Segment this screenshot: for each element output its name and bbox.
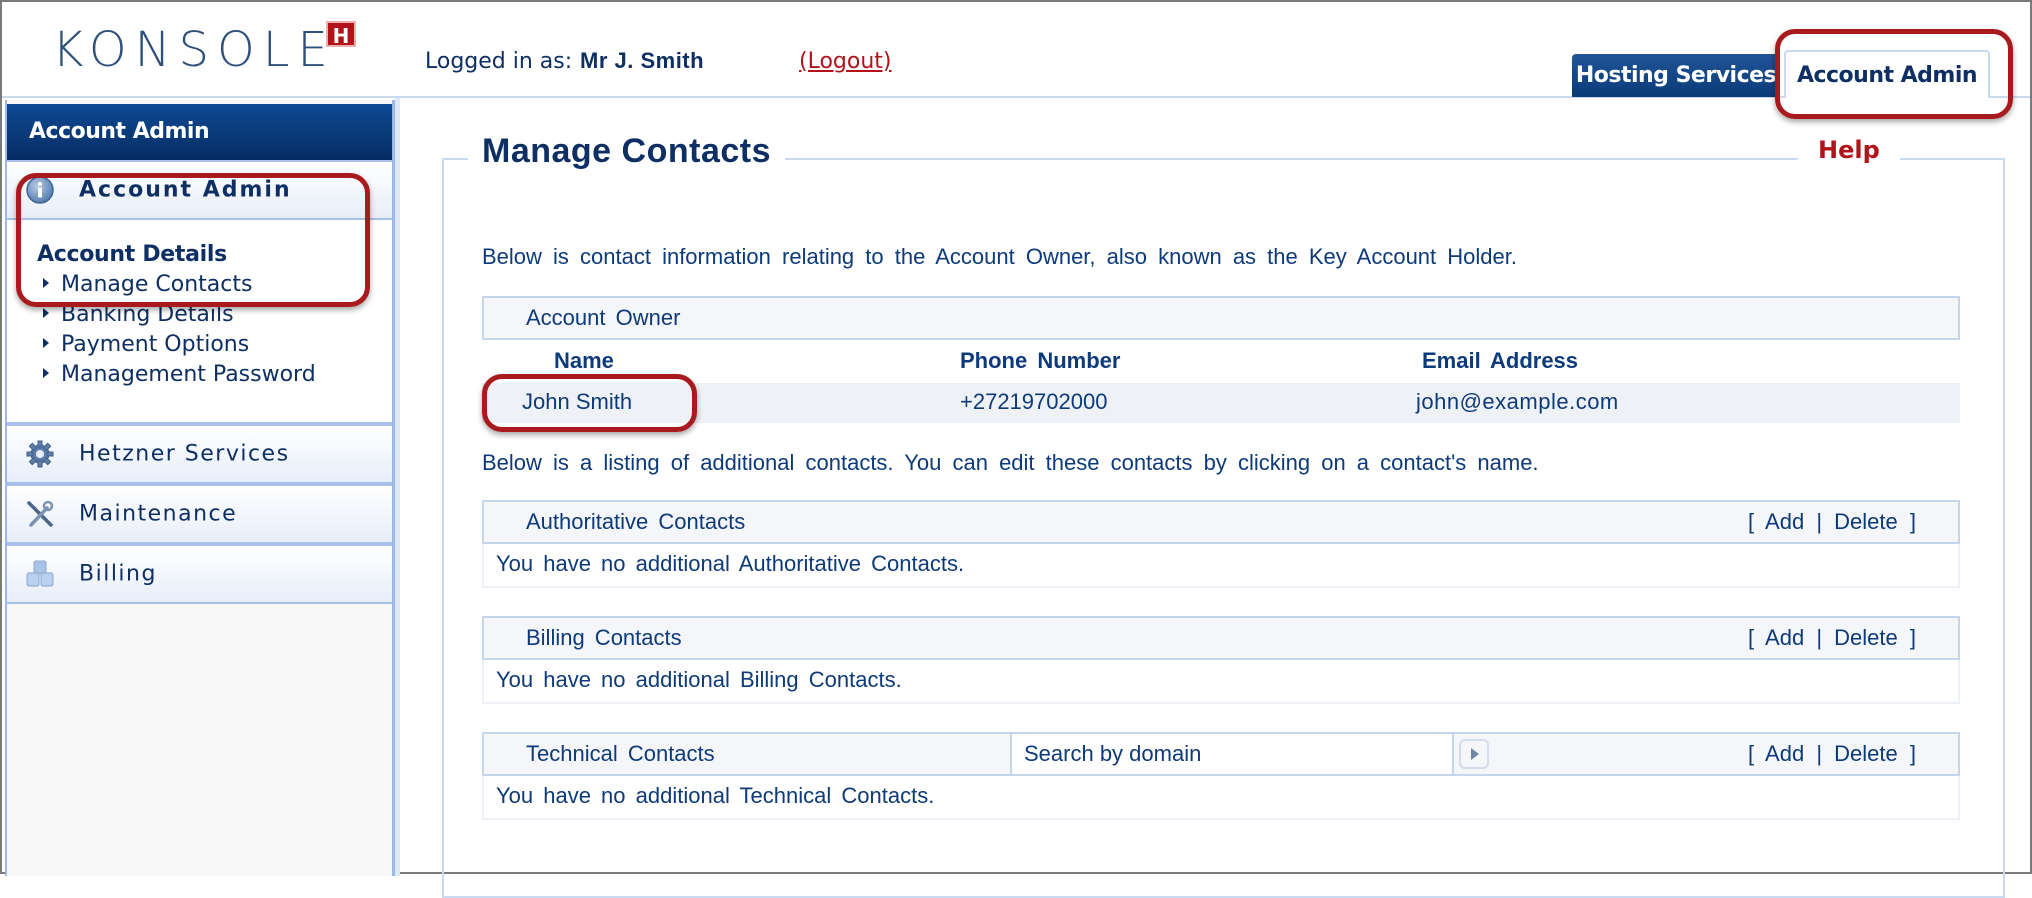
sidebar-link-banking-details[interactable]: Banking Details: [43, 302, 234, 327]
sidebar-section-label: Maintenance: [79, 501, 238, 527]
add-technical-contact-link[interactable]: Add: [1765, 741, 1804, 766]
sidebar-link-label: Payment Options: [61, 332, 250, 357]
sidebar-section-account-admin[interactable]: Account Admin: [7, 160, 392, 220]
bullet-triangle-icon: [43, 368, 49, 378]
section-title: Account Owner: [526, 305, 681, 330]
owner-phone: +27219702000: [960, 389, 1108, 414]
sidebar-section-hetzner-services[interactable]: Hetzner Services: [7, 424, 392, 484]
delete-billing-contact-link[interactable]: Delete: [1834, 625, 1898, 650]
tab-account-admin[interactable]: Account Admin: [1784, 50, 1990, 98]
delete-technical-contact-link[interactable]: Delete: [1834, 741, 1898, 766]
sidebar-section-label: Hetzner Services: [79, 441, 290, 467]
sidebar-link-label: Manage Contacts: [61, 272, 253, 297]
delete-authoritative-contact-link[interactable]: Delete: [1834, 509, 1898, 534]
bracket: ]: [1909, 741, 1916, 766]
sidebar-section-label: Account Admin: [79, 177, 292, 203]
logged-in-user: Mr J. Smith: [580, 48, 705, 73]
help-link[interactable]: Help: [1798, 136, 1900, 164]
logged-in-label: Logged in as:: [425, 49, 573, 74]
sidebar-edge: [395, 98, 400, 876]
account-owner-header: Account Owner: [482, 296, 1960, 340]
add-billing-contact-link[interactable]: Add: [1765, 625, 1804, 650]
sidebar: Account Admin Account Admin Account Deta…: [5, 100, 395, 876]
sidebar-title: Account Admin: [7, 104, 392, 160]
sidebar-section-maintenance[interactable]: Maintenance: [7, 484, 392, 544]
listing-intro-text: Below is a listing of additional contact…: [482, 450, 1539, 475]
bracket: [: [1748, 509, 1755, 534]
section-title: Billing Contacts: [526, 625, 682, 650]
column-header-name: Name: [554, 348, 614, 373]
bracket: ]: [1909, 509, 1916, 534]
sidebar-link-label: Banking Details: [61, 302, 234, 327]
table-row: [482, 383, 1960, 423]
bracket: ]: [1909, 625, 1916, 650]
separator: |: [1816, 741, 1823, 766]
search-by-domain-input[interactable]: Search by domain: [1010, 734, 1454, 774]
page-title: Manage Contacts: [468, 132, 785, 171]
add-authoritative-contact-link[interactable]: Add: [1765, 509, 1804, 534]
section-title: Technical Contacts: [526, 741, 715, 766]
account-details-panel: Account Details Manage Contacts Banking …: [7, 220, 392, 424]
bullet-triangle-icon: [43, 338, 49, 348]
billing-contacts-header: Billing Contacts [ Add | Delete ]: [482, 616, 1960, 660]
contact-actions: [ Add | Delete ]: [1748, 734, 1916, 774]
logout-link[interactable]: (Logout): [799, 49, 892, 74]
authoritative-contacts-empty: You have no additional Authoritative Con…: [482, 544, 1960, 588]
sidebar-link-management-password[interactable]: Management Password: [43, 362, 316, 387]
sidebar-link-label: Management Password: [61, 362, 316, 387]
contact-actions: [ Add | Delete ]: [1748, 618, 1916, 658]
billing-icon: [26, 560, 54, 587]
gear-icon: [26, 440, 54, 468]
authoritative-contacts-header: Authoritative Contacts [ Add | Delete ]: [482, 500, 1960, 544]
hetzner-badge-icon: H: [326, 21, 356, 48]
contact-actions: [ Add | Delete ]: [1748, 502, 1916, 542]
bullet-triangle-icon: [43, 308, 49, 318]
bracket: [: [1748, 625, 1755, 650]
konsole-logo[interactable]: KONSOLE: [52, 22, 336, 78]
sidebar-link-payment-options[interactable]: Payment Options: [43, 332, 249, 357]
tools-icon: [27, 500, 54, 527]
billing-contacts-empty: You have no additional Billing Contacts.: [482, 660, 1960, 704]
owner-email: john@example.com: [1416, 389, 1619, 414]
info-icon: [26, 176, 54, 204]
search-go-button[interactable]: [1459, 739, 1489, 769]
bullet-triangle-icon: [43, 278, 49, 288]
tab-hosting-services[interactable]: Hosting Services: [1572, 54, 1780, 97]
bracket: [: [1748, 741, 1755, 766]
section-title: Authoritative Contacts: [526, 509, 746, 534]
sidebar-link-manage-contacts[interactable]: Manage Contacts: [43, 272, 252, 297]
intro-text: Below is contact information relating to…: [482, 244, 1517, 269]
separator: |: [1816, 625, 1823, 650]
sidebar-section-label: Billing: [79, 561, 157, 587]
separator: |: [1816, 509, 1823, 534]
column-header-phone: Phone Number: [960, 348, 1121, 373]
account-details-heading: Account Details: [37, 242, 227, 267]
technical-contacts-empty: You have no additional Technical Contact…: [482, 776, 1960, 820]
column-header-email: Email Address: [1422, 348, 1579, 373]
owner-name-link[interactable]: John Smith: [522, 389, 632, 415]
sidebar-section-billing[interactable]: Billing: [7, 544, 392, 604]
